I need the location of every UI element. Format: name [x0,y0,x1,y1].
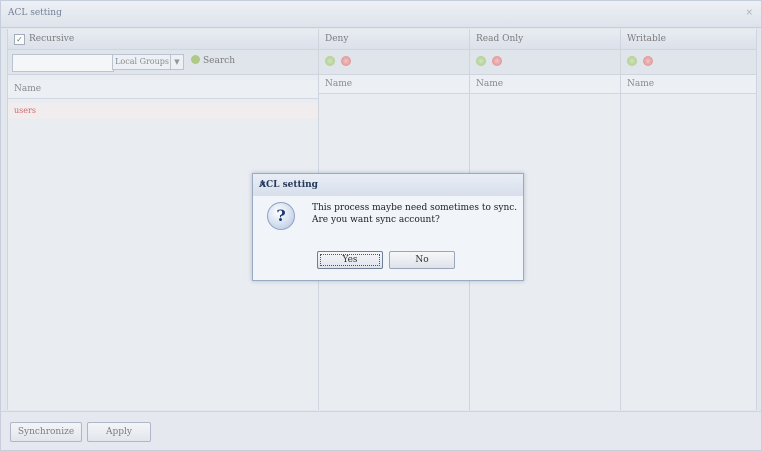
confirm-dialog: ACL setting × ? This process maybe need … [252,173,524,281]
dialog-titlebar: ACL setting × [253,174,523,196]
dialog-message-line1: This process maybe need sometimes to syn… [312,203,518,213]
question-icon: ? [267,202,295,230]
dialog-close-icon[interactable]: × [259,180,516,190]
dialog-message-line2: Are you want sync account? [312,215,440,225]
no-button[interactable]: No [389,251,455,269]
dialog-message: This process maybe need sometimes to syn… [312,202,517,226]
yes-button[interactable]: Yes [317,251,383,269]
